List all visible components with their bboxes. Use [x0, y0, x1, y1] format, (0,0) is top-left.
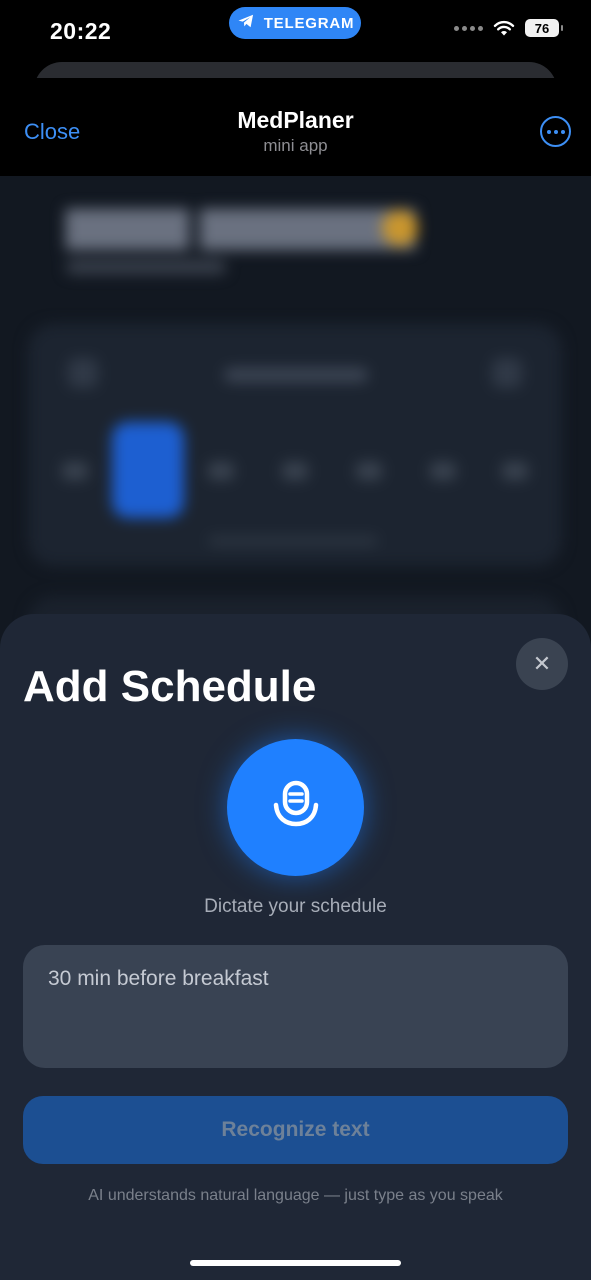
selected-day: [112, 422, 184, 518]
app-subtitle: mini app: [263, 136, 328, 155]
wifi-icon: [493, 20, 515, 37]
prev-week-icon: [68, 358, 98, 388]
calendar-day: [208, 462, 234, 480]
telegram-pill: TELEGRAM: [229, 7, 361, 39]
calendar-day: [62, 462, 88, 480]
screen: 20:22 TELEGRAM 76 Close MedPlaner mini a…: [0, 0, 591, 1280]
status-indicators: 76: [454, 19, 563, 37]
calendar-day: [356, 462, 382, 480]
hint-text: AI understands natural language — just t…: [88, 1187, 503, 1204]
telegram-pill-label: TELEGRAM: [263, 14, 355, 32]
signal-dots-icon: [454, 25, 483, 31]
calendar-day: [282, 462, 308, 480]
greeting-sub-placeholder: [66, 260, 226, 274]
close-icon[interactable]: ✕: [516, 638, 568, 690]
mic-caption: Dictate your schedule: [204, 896, 387, 917]
add-schedule-sheet: ✕ Add Schedule Dictate your schedule 30 …: [0, 614, 591, 1280]
schedule-text-input[interactable]: 30 min before breakfast: [23, 945, 568, 1068]
more-icon[interactable]: [540, 116, 571, 147]
microphone-icon: [269, 778, 323, 837]
recognize-text-button[interactable]: Recognize text: [23, 1096, 568, 1164]
sheet-title: Add Schedule: [23, 662, 317, 711]
status-bar: 20:22 TELEGRAM 76: [0, 0, 591, 64]
calendar-footer-placeholder: [208, 536, 378, 546]
calendar-day: [502, 462, 528, 480]
calendar-day: [430, 462, 456, 480]
greeting-emoji-icon: [382, 210, 418, 246]
calendar-card: [28, 324, 562, 566]
microphone-button[interactable]: [227, 739, 364, 876]
battery-level: 76: [534, 20, 550, 36]
next-week-icon: [492, 358, 522, 388]
home-indicator: [190, 1260, 401, 1266]
miniapp-header: Close MedPlaner mini app: [0, 78, 591, 176]
greeting-placeholder: ▇▇▇▇ ▇▇▇▇▇▇▇: [66, 205, 416, 249]
week-range-placeholder: [224, 368, 368, 382]
battery-icon: 76: [525, 19, 563, 37]
status-time: 20:22: [50, 18, 112, 44]
app-title: MedPlaner: [237, 107, 354, 133]
telegram-icon: [236, 11, 256, 35]
